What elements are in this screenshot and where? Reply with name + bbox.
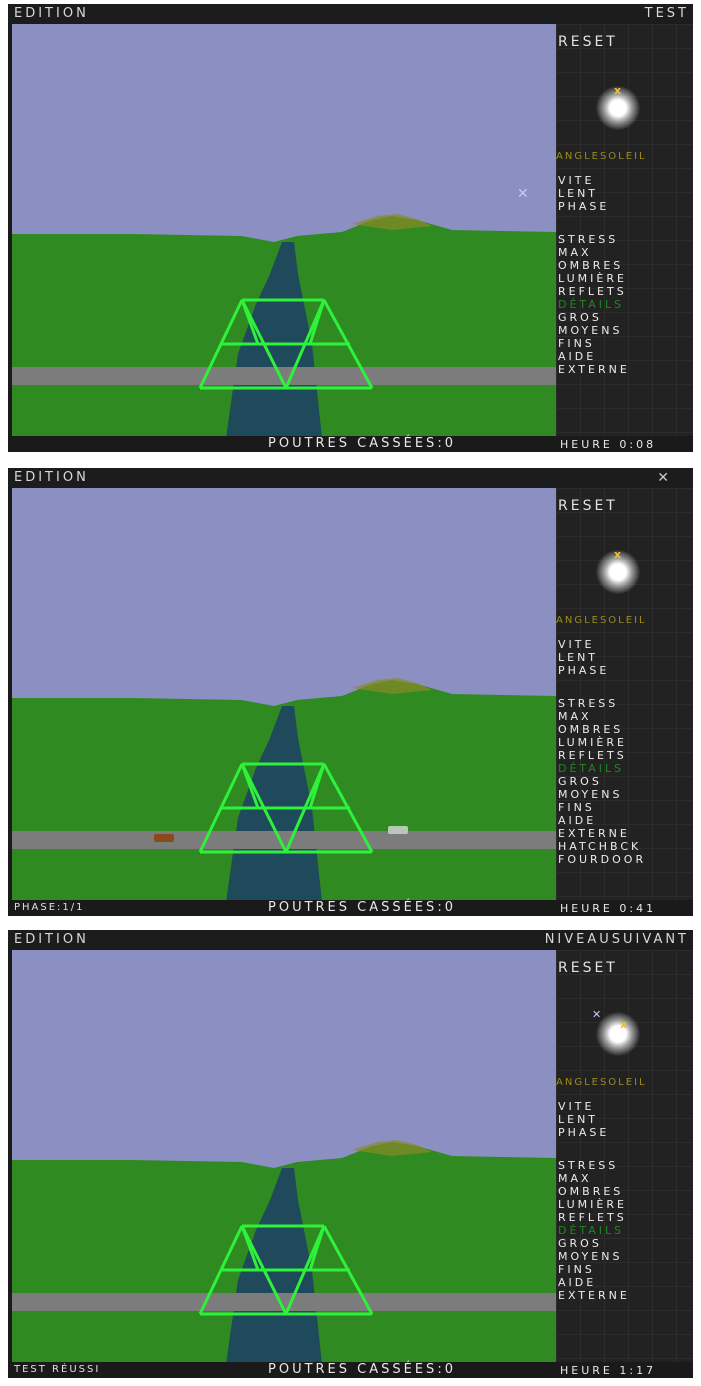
menu-moyens[interactable]: MOYENS (558, 324, 630, 337)
menu-stress[interactable]: STRESS (558, 697, 646, 710)
menu-details[interactable]: DÉTAILS (558, 762, 646, 775)
3d-viewport[interactable] (12, 950, 556, 1364)
menu-externe[interactable]: EXTERNE (558, 363, 630, 376)
menu-moyens[interactable]: MOYENS (558, 1250, 630, 1263)
menu-lumiere[interactable]: LUMIÈRE (558, 736, 646, 749)
menu-vite[interactable]: VITE (558, 174, 630, 187)
top-bar: EDITION ✕ (8, 468, 693, 488)
angle-soleil-label: ANGLESOLEIL (556, 1077, 647, 1088)
menu-phase[interactable]: PHASE (558, 200, 630, 213)
menu-gros[interactable]: GROS (558, 1237, 630, 1250)
menu-lumiere[interactable]: LUMIÈRE (558, 1198, 630, 1211)
bottom-bar: PHASE:1/1 POUTRES CASSÉES:0 HEURE 0:41 (8, 900, 693, 916)
menu-vite[interactable]: VITE (558, 1100, 630, 1113)
menu: VITE LENT PHASE STRESS MAX OMBRES LUMIÈR… (558, 174, 630, 376)
menu-lent[interactable]: LENT (558, 651, 646, 664)
menu-fourdoor[interactable]: FOURDOOR (558, 853, 646, 866)
broken-beams-counter: POUTRES CASSÉES:0 (268, 1362, 456, 1377)
menu-gros[interactable]: GROS (558, 311, 630, 324)
menu-lumiere[interactable]: LUMIÈRE (558, 272, 630, 285)
menu-fins[interactable]: FINS (558, 337, 630, 350)
menu-max[interactable]: MAX (558, 246, 630, 259)
clock: HEURE 0:08 (560, 438, 657, 451)
menu-ombres[interactable]: OMBRES (558, 259, 630, 272)
broken-beams-counter: POUTRES CASSÉES:0 (268, 436, 456, 451)
menu-lent[interactable]: LENT (558, 187, 630, 200)
sidebar: RESET x ANGLESOLEIL VITE LENT PHASE STRE… (556, 488, 693, 902)
menu-reflets[interactable]: REFLETS (558, 749, 646, 762)
menu-stress[interactable]: STRESS (558, 1159, 630, 1172)
game-screen-2: EDITION ✕ RESET x ANGLESOLEIL VITE LENT … (8, 468, 693, 916)
cursor-cross-icon: ✕ (592, 1008, 602, 1021)
clock: HEURE 0:41 (560, 902, 657, 915)
3d-viewport[interactable]: ✕ (12, 24, 556, 438)
bottom-bar: TEST RÉUSSI POUTRES CASSÉES:0 HEURE 1:17 (8, 1362, 693, 1378)
menu-max[interactable]: MAX (558, 710, 646, 723)
menu-reflets[interactable]: REFLETS (558, 285, 630, 298)
menu-vite[interactable]: VITE (558, 638, 646, 651)
menu-externe[interactable]: EXTERNE (558, 827, 646, 840)
menu-aide[interactable]: AIDE (558, 814, 646, 827)
menu-phase[interactable]: PHASE (558, 664, 646, 677)
test-button[interactable]: TEST (645, 6, 689, 21)
menu-stress[interactable]: STRESS (558, 233, 630, 246)
bottom-bar: POUTRES CASSÉES:0 HEURE 0:08 (8, 436, 693, 452)
3d-viewport[interactable] (12, 488, 556, 902)
menu-aide[interactable]: AIDE (558, 1276, 630, 1289)
clock: HEURE 1:17 (560, 1364, 657, 1377)
menu-fins[interactable]: FINS (558, 801, 646, 814)
phase-indicator: PHASE:1/1 (14, 902, 85, 913)
edition-button[interactable]: EDITION (14, 6, 89, 21)
cursor-cross-icon: ✕ (517, 186, 529, 202)
menu-reflets[interactable]: REFLETS (558, 1211, 630, 1224)
sun-marker-icon: x (614, 548, 622, 561)
reset-button[interactable]: RESET (558, 960, 618, 976)
top-bar: EDITION TEST (8, 4, 693, 24)
menu-phase[interactable]: PHASE (558, 1126, 630, 1139)
sun-marker-icon: x (614, 84, 622, 97)
sun-marker-icon: x (620, 1018, 628, 1031)
fourdoor-car (388, 826, 408, 834)
menu-fins[interactable]: FINS (558, 1263, 630, 1276)
reset-button[interactable]: RESET (558, 498, 618, 514)
test-result-label: TEST RÉUSSI (14, 1364, 101, 1375)
top-bar: EDITION NIVEAUSUIVANT (8, 930, 693, 950)
menu-max[interactable]: MAX (558, 1172, 630, 1185)
menu-hatchbck[interactable]: HATCHBCK (558, 840, 646, 853)
sidebar: RESET x ✕ ANGLESOLEIL VITE LENT PHASE ST… (556, 950, 693, 1364)
menu-aide[interactable]: AIDE (558, 350, 630, 363)
sun-icon[interactable] (596, 1012, 640, 1056)
game-screen-1: EDITION TEST ✕ RESET x ANGLESOLEIL VITE … (8, 4, 693, 452)
menu-ombres[interactable]: OMBRES (558, 723, 646, 736)
menu: VITE LENT PHASE STRESS MAX OMBRES LUMIÈR… (558, 1100, 630, 1302)
broken-beams-counter: POUTRES CASSÉES:0 (268, 900, 456, 915)
close-cross-icon[interactable]: ✕ (657, 470, 669, 486)
sky (12, 488, 556, 702)
edition-button[interactable]: EDITION (14, 932, 89, 947)
menu-ombres[interactable]: OMBRES (558, 1185, 630, 1198)
hatchback-car (154, 834, 174, 842)
angle-soleil-label: ANGLESOLEIL (556, 151, 647, 162)
scene (12, 488, 556, 902)
menu-lent[interactable]: LENT (558, 1113, 630, 1126)
sidebar: RESET x ANGLESOLEIL VITE LENT PHASE STRE… (556, 24, 693, 438)
menu: VITE LENT PHASE STRESS MAX OMBRES LUMIÈR… (558, 638, 646, 866)
game-screen-3: EDITION NIVEAUSUIVANT RESET x ✕ ANGLESOL… (8, 930, 693, 1378)
angle-soleil-label: ANGLESOLEIL (556, 615, 647, 626)
sky (12, 24, 556, 238)
reset-button[interactable]: RESET (558, 34, 618, 50)
next-level-button[interactable]: NIVEAUSUIVANT (545, 932, 689, 947)
edition-button[interactable]: EDITION (14, 470, 89, 485)
sky (12, 950, 556, 1164)
menu-details[interactable]: DÉTAILS (558, 1224, 630, 1237)
menu-details[interactable]: DÉTAILS (558, 298, 630, 311)
menu-moyens[interactable]: MOYENS (558, 788, 646, 801)
scene (12, 950, 556, 1364)
scene (12, 24, 556, 438)
menu-gros[interactable]: GROS (558, 775, 646, 788)
menu-externe[interactable]: EXTERNE (558, 1289, 630, 1302)
